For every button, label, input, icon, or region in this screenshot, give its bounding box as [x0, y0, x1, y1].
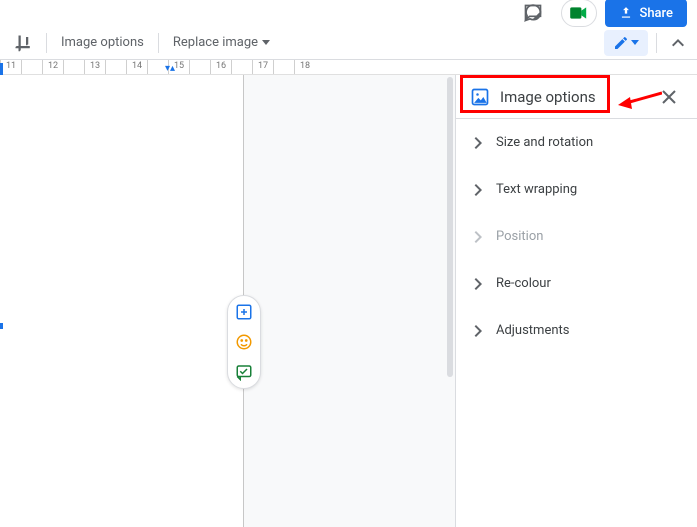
document-canvas[interactable]: [0, 75, 455, 527]
option-text-wrapping[interactable]: Text wrapping: [456, 166, 697, 213]
scrollbar[interactable]: [447, 77, 453, 377]
chevron-right-icon: [474, 231, 482, 243]
image-icon: [470, 87, 490, 107]
margin-marker-icon[interactable]: ▾▴: [165, 63, 175, 74]
chevron-right-icon: [474, 325, 482, 337]
add-comment-icon[interactable]: [234, 302, 254, 322]
comment-rail: [227, 295, 261, 389]
editing-mode-button[interactable]: [604, 30, 648, 56]
chevron-right-icon: [474, 137, 482, 149]
image-options-panel: Image options Size and rotation Text wra…: [455, 75, 697, 527]
option-position: Position: [456, 213, 697, 260]
selection-handle[interactable]: [0, 323, 3, 329]
chevron-right-icon: [474, 278, 482, 290]
panel-title: Image options: [500, 88, 596, 106]
option-adjustments[interactable]: Adjustments: [456, 307, 697, 354]
option-recolour[interactable]: Re-colour: [456, 260, 697, 307]
image-options-button[interactable]: Image options: [53, 30, 152, 56]
crop-button[interactable]: [6, 30, 40, 56]
share-label: Share: [639, 6, 673, 21]
ruler: 11 12 13 14 15 16 17 18 ▾▴: [0, 60, 697, 75]
chevron-right-icon: [474, 184, 482, 196]
suggest-icon[interactable]: [234, 362, 254, 382]
emoji-icon[interactable]: [234, 332, 254, 352]
option-size-and-rotation[interactable]: Size and rotation: [456, 119, 697, 166]
collapse-toolbar-button[interactable]: [665, 30, 691, 56]
close-panel-button[interactable]: [655, 83, 683, 111]
chat-icon[interactable]: [513, 1, 553, 25]
page: [0, 75, 244, 527]
replace-image-button[interactable]: Replace image: [165, 30, 278, 56]
selection-edge: [0, 63, 3, 75]
toolbar: Image options Replace image: [0, 26, 697, 60]
share-button[interactable]: Share: [605, 0, 687, 27]
meet-icon[interactable]: [561, 0, 597, 27]
